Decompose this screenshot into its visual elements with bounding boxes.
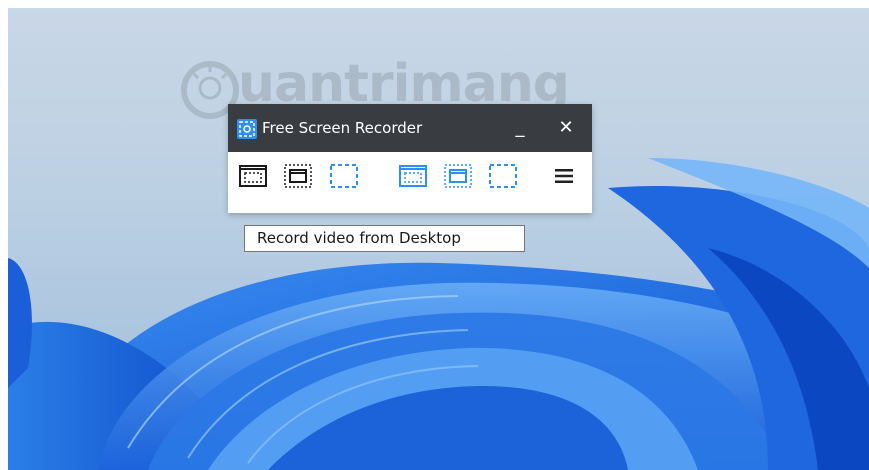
record-window-video-button[interactable] bbox=[282, 160, 314, 192]
screen-recorder-window: Free Screen Recorder _ ✕ bbox=[228, 104, 592, 213]
app-logo-icon bbox=[237, 119, 257, 139]
window-screenshot-icon bbox=[444, 164, 472, 188]
screenshot-region-button[interactable] bbox=[487, 160, 519, 192]
window-video-icon bbox=[284, 164, 312, 188]
tooltip: Record video from Desktop bbox=[244, 225, 525, 252]
record-desktop-video-button[interactable] bbox=[237, 160, 269, 192]
region-video-icon bbox=[330, 164, 358, 188]
capture-toolbar bbox=[228, 152, 592, 213]
record-region-video-button[interactable] bbox=[328, 160, 360, 192]
hamburger-menu-icon bbox=[555, 169, 573, 183]
region-screenshot-icon bbox=[489, 164, 517, 188]
fullscreen-screenshot-icon bbox=[399, 165, 427, 187]
minimize-button[interactable]: _ bbox=[510, 118, 530, 138]
title-bar[interactable]: Free Screen Recorder _ ✕ bbox=[228, 104, 592, 152]
window-title: Free Screen Recorder bbox=[262, 119, 423, 137]
main-menu-button[interactable] bbox=[554, 166, 574, 186]
screenshot-window-button[interactable] bbox=[442, 160, 474, 192]
screenshot-desktop-button[interactable] bbox=[397, 160, 429, 192]
fullscreen-video-icon bbox=[239, 165, 267, 187]
close-button[interactable]: ✕ bbox=[556, 118, 576, 138]
